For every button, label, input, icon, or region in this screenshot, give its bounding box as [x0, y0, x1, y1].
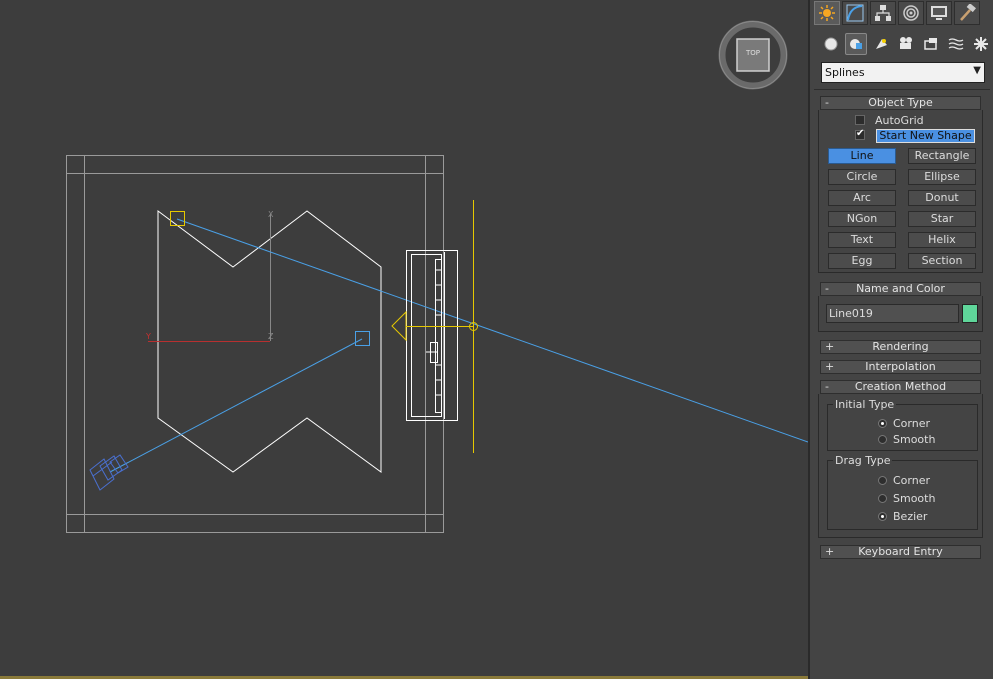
object-name-value: Line019	[829, 307, 873, 320]
object-color-swatch[interactable]	[962, 304, 978, 323]
light-icon	[876, 39, 887, 49]
axis-label-z: Z	[268, 332, 274, 341]
camera-icon	[900, 37, 912, 49]
light-gizmo[interactable]	[391, 200, 478, 453]
utilities-tab[interactable]	[954, 1, 980, 25]
initial-type-title: Initial Type	[833, 398, 897, 411]
drag-type-corner-label: Corner	[893, 474, 931, 487]
command-panel-tabs	[814, 1, 980, 25]
start-new-shape-button[interactable]: Start New Shape	[876, 129, 975, 143]
camera-lines	[109, 218, 808, 473]
expand-icon: +	[825, 545, 835, 558]
axis-label-y: Y	[145, 332, 151, 341]
hierarchy-icon	[875, 5, 891, 21]
drag-type-bezier-radio[interactable]	[878, 512, 887, 521]
start-new-shape-label: Start New Shape	[879, 129, 972, 142]
sun-icon	[819, 5, 835, 21]
shape-button-helix[interactable]: Helix	[908, 232, 976, 248]
display-tab[interactable]	[926, 1, 952, 25]
wave-icon	[948, 38, 964, 50]
rendering-rollout-header[interactable]: + Rendering	[820, 340, 981, 354]
rendering-title: Rendering	[872, 340, 929, 353]
initial-type-corner-radio[interactable]	[878, 419, 887, 428]
shape-button-arc[interactable]: Arc	[828, 190, 896, 206]
object-name-field[interactable]: Line019	[826, 304, 959, 323]
name-and-color-title: Name and Color	[856, 282, 945, 295]
geometry-subtab[interactable]	[820, 33, 842, 55]
viewport-canvas[interactable]: Y X Z	[0, 0, 808, 676]
camera-target-box[interactable]	[355, 331, 370, 346]
name-and-color-rollout-header[interactable]: - Name and Color	[820, 282, 981, 296]
sphere-icon	[824, 37, 838, 51]
autogrid-label: AutoGrid	[875, 114, 924, 127]
chevron-down-icon: ▼	[973, 65, 981, 76]
interpolation-rollout-header[interactable]: + Interpolation	[820, 360, 981, 374]
helpers-subtab[interactable]	[920, 33, 942, 55]
shapes-subtab[interactable]	[845, 33, 867, 55]
keyboard-entry-rollout-header[interactable]: + Keyboard Entry	[820, 545, 981, 559]
shape-button-egg[interactable]: Egg	[828, 253, 896, 269]
shape-button-ellipse[interactable]: Ellipse	[908, 169, 976, 185]
object-type-title: Object Type	[868, 96, 933, 109]
initial-type-smooth-label: Smooth	[893, 433, 936, 446]
shape-button-text[interactable]: Text	[828, 232, 896, 248]
autogrid-checkbox[interactable]	[855, 115, 865, 125]
shape-button-section[interactable]: Section	[908, 253, 976, 269]
drag-type-smooth-radio[interactable]	[878, 494, 887, 503]
category-select-value: Splines	[825, 66, 865, 79]
command-panel: Splines ▼ - Object Type AutoGrid Start N…	[808, 0, 993, 679]
creation-method-rollout-header[interactable]: - Creation Method	[820, 380, 981, 394]
helper-icon	[924, 38, 937, 50]
interpolation-title: Interpolation	[865, 360, 936, 373]
window-object[interactable]	[406, 250, 458, 421]
creation-method-title: Creation Method	[854, 380, 947, 393]
camera-icon[interactable]	[89, 454, 129, 491]
initial-type-corner-label: Corner	[893, 417, 931, 430]
drag-type-title: Drag Type	[833, 454, 893, 467]
motion-tab[interactable]	[898, 1, 924, 25]
object-type-rollout-header[interactable]: - Object Type	[820, 96, 981, 110]
hammer-icon	[960, 4, 976, 21]
drag-type-smooth-label: Smooth	[893, 492, 936, 505]
modify-tab[interactable]	[842, 1, 868, 25]
collapse-icon: -	[825, 282, 829, 295]
axis-label-x: X	[268, 210, 274, 219]
collapse-icon: -	[825, 380, 829, 393]
expand-icon: +	[825, 340, 835, 353]
space-warps-subtab[interactable]	[945, 33, 967, 55]
top-viewport[interactable]: Y X Z TOP	[0, 0, 808, 679]
shape-button-donut[interactable]: Donut	[908, 190, 976, 206]
create-categories	[820, 33, 992, 55]
shape-button-ngon[interactable]: NGon	[828, 211, 896, 227]
expand-icon: +	[825, 360, 835, 373]
viewcube[interactable]: TOP	[718, 20, 788, 90]
gear-icon	[974, 37, 988, 51]
shape-button-circle[interactable]: Circle	[828, 169, 896, 185]
category-select[interactable]: Splines ▼	[821, 62, 985, 83]
hierarchy-tab[interactable]	[870, 1, 896, 25]
room-frame	[66, 155, 444, 533]
drag-type-corner-radio[interactable]	[878, 476, 887, 485]
initial-type-smooth-radio[interactable]	[878, 435, 887, 444]
collapse-icon: -	[825, 96, 829, 109]
motion-icon	[903, 5, 919, 21]
shapes-icon	[850, 39, 862, 49]
yellow-target-box[interactable]	[170, 211, 185, 226]
start-new-shape-checkbox[interactable]	[855, 128, 865, 140]
viewcube-face-label[interactable]: TOP	[737, 49, 769, 57]
drag-type-bezier-label: Bezier	[893, 510, 928, 523]
axis-tripod: Y X Z	[145, 210, 274, 342]
cameras-subtab[interactable]	[895, 33, 917, 55]
shape-button-star[interactable]: Star	[908, 211, 976, 227]
shape-button-rectangle[interactable]: Rectangle	[908, 148, 976, 164]
keyboard-entry-title: Keyboard Entry	[858, 545, 943, 558]
create-tab[interactable]	[814, 1, 840, 25]
lights-subtab[interactable]	[870, 33, 892, 55]
shape-button-line[interactable]: Line	[828, 148, 896, 164]
monitor-icon	[931, 6, 947, 20]
curve-icon	[846, 4, 864, 22]
divider	[814, 89, 990, 90]
systems-subtab[interactable]	[970, 33, 992, 55]
